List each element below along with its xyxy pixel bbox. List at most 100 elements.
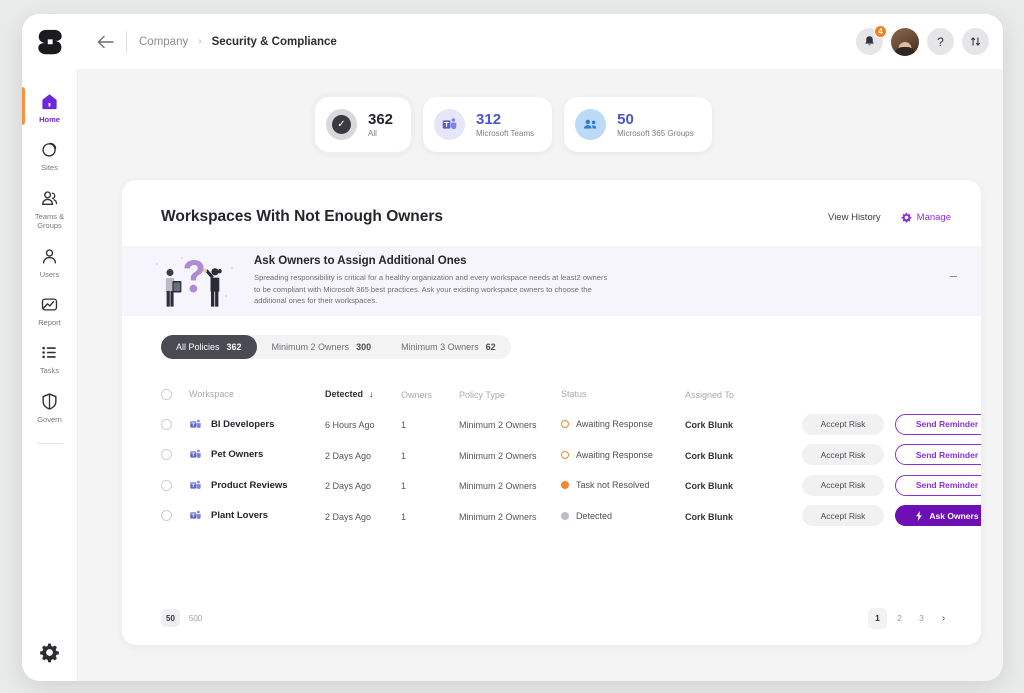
- panel-actions: View History Manage: [828, 212, 951, 223]
- workspaces-panel: Workspaces With Not Enough Owners View H…: [122, 180, 981, 645]
- row-checkbox[interactable]: [161, 449, 172, 460]
- accept-risk-button[interactable]: Accept Risk: [802, 475, 884, 496]
- banner-text: Ask Owners to Assign Additional Ones Spr…: [254, 255, 614, 307]
- next-page-button[interactable]: ›: [934, 608, 953, 629]
- sidebar-item-govern[interactable]: Govern: [22, 383, 77, 431]
- select-all-checkbox[interactable]: [161, 389, 172, 400]
- filter-label: Minimum 3 Owners: [401, 342, 479, 352]
- stat-value: 50: [617, 111, 693, 128]
- status-indicator-icon: [561, 481, 569, 489]
- sidebar-item-teams-groups[interactable]: Teams & Groups: [22, 180, 77, 238]
- page-size-option[interactable]: 500: [184, 609, 207, 627]
- accept-risk-button[interactable]: Accept Risk: [802, 444, 884, 465]
- column-header-policy-type: Policy Type: [459, 390, 505, 400]
- back-arrow-icon: [97, 35, 114, 49]
- accept-risk-button[interactable]: Accept Risk: [802, 414, 884, 435]
- brand-logo[interactable]: [22, 27, 78, 57]
- table-row[interactable]: Plant Lovers 2 Days Ago 1 Minimum 2 Owne…: [161, 501, 959, 532]
- notifications-button[interactable]: 4: [856, 28, 883, 55]
- filter-tab-all-policies[interactable]: All Policies 362: [161, 335, 257, 359]
- notification-badge: 4: [874, 25, 887, 38]
- sidebar-item-sites[interactable]: Sites: [22, 131, 77, 179]
- page-button-3[interactable]: 3: [912, 608, 931, 629]
- sort-arrows-button[interactable]: [962, 28, 989, 55]
- ask-owners-button[interactable]: Ask Owners: [895, 505, 981, 526]
- microsoft-teams-icon: [434, 109, 465, 140]
- microsoft-teams-icon: [189, 418, 202, 431]
- bell-icon: [863, 35, 876, 48]
- status-indicator-icon: [561, 420, 569, 428]
- panel-footer: 50 500 1 2 3 ›: [122, 591, 981, 645]
- accept-risk-button[interactable]: Accept Risk: [802, 505, 884, 526]
- sidebar-item-users[interactable]: Users: [22, 238, 77, 286]
- banner-collapse-button[interactable]: –: [950, 268, 957, 283]
- column-header-detected[interactable]: Detected ↓: [325, 389, 401, 399]
- policy-type-value: Minimum 2 Owners: [459, 451, 537, 461]
- sidebar-item-home[interactable]: Home: [22, 83, 77, 131]
- stat-value: 312: [476, 111, 534, 128]
- microsoft-teams-icon: [189, 479, 202, 492]
- table-row[interactable]: BI Developers 6 Hours Ago 1 Minimum 2 Ow…: [161, 409, 959, 440]
- filter-count: 62: [486, 342, 496, 352]
- sidebar-item-label: Report: [38, 318, 61, 327]
- table-header-row: Workspace Detected ↓ Owners Policy Type …: [161, 379, 959, 409]
- status-badge: Awaiting Response: [576, 450, 653, 460]
- workspaces-table: Workspace Detected ↓ Owners Policy Type …: [122, 379, 981, 531]
- status-indicator-icon: [561, 451, 569, 459]
- sidebar-item-tasks[interactable]: Tasks: [22, 334, 77, 382]
- stat-card-all[interactable]: ✓ 362 All: [315, 97, 411, 152]
- help-button[interactable]: ?: [927, 28, 954, 55]
- owners-value: 1: [401, 451, 406, 461]
- workspace-name: BI Developers: [211, 419, 274, 430]
- app-window: Company › Security & Compliance 4 ?: [22, 14, 1003, 681]
- sidebar-item-report[interactable]: Report: [22, 286, 77, 334]
- manage-button[interactable]: Manage: [901, 212, 951, 223]
- row-checkbox[interactable]: [161, 419, 172, 430]
- page-button-1[interactable]: 1: [868, 608, 887, 629]
- banner-body: Spreading responsibility is critical for…: [254, 272, 614, 307]
- info-banner: Ask Owners to Assign Additional Ones Spr…: [122, 246, 981, 316]
- column-header-detected-label: Detected: [325, 389, 363, 399]
- send-reminder-button[interactable]: Send Reminder: [895, 475, 981, 496]
- stat-card-microsoft-teams[interactable]: 312 Microsoft Teams: [423, 97, 552, 152]
- stat-label: Microsoft Teams: [476, 129, 534, 138]
- page-button-2[interactable]: 2: [890, 608, 909, 629]
- status-badge: Awaiting Response: [576, 419, 653, 429]
- banner-title: Ask Owners to Assign Additional Ones: [254, 255, 614, 267]
- avatar[interactable]: [891, 28, 919, 56]
- shield-icon: [40, 392, 59, 411]
- column-header-status: Status: [561, 389, 587, 399]
- workspace-name: Pet Owners: [211, 449, 263, 460]
- microsoft-teams-icon: [189, 509, 202, 522]
- view-history-link[interactable]: View History: [828, 212, 881, 223]
- filter-tab-minimum-3-owners[interactable]: Minimum 3 Owners 62: [386, 335, 511, 359]
- panel-header: Workspaces With Not Enough Owners View H…: [122, 180, 981, 226]
- microsoft-365-groups-icon: [575, 109, 606, 140]
- table-row[interactable]: Pet Owners 2 Days Ago 1 Minimum 2 Owners…: [161, 440, 959, 471]
- status-badge: Task not Resolved: [576, 480, 650, 490]
- detected-value: 2 Days Ago: [325, 451, 371, 461]
- detected-value: 6 Hours Ago: [325, 420, 375, 430]
- send-reminder-button[interactable]: Send Reminder: [895, 414, 981, 435]
- breadcrumb-parent[interactable]: Company: [139, 36, 188, 48]
- gear-icon: [901, 212, 912, 223]
- send-reminder-button[interactable]: Send Reminder: [895, 444, 981, 465]
- sidebar-item-label: Sites: [41, 163, 58, 172]
- page-size-option[interactable]: 50: [161, 609, 180, 627]
- stat-card-microsoft-365-groups[interactable]: 50 Microsoft 365 Groups: [564, 97, 711, 152]
- stat-label: Microsoft 365 Groups: [617, 129, 693, 138]
- header-actions: 4 ?: [856, 28, 989, 56]
- filter-label: All Policies: [176, 342, 220, 352]
- back-button[interactable]: [88, 25, 122, 59]
- column-header-assigned-to: Assigned To: [685, 390, 734, 400]
- content-area: ✓ 362 All 312 Mic: [78, 69, 1003, 681]
- owners-value: 1: [401, 481, 406, 491]
- stat-cards: ✓ 362 All 312 Mic: [78, 69, 1003, 152]
- filter-tab-minimum-2-owners[interactable]: Minimum 2 Owners 300: [257, 335, 387, 359]
- row-checkbox[interactable]: [161, 480, 172, 491]
- sidebar-divider: [37, 443, 63, 444]
- sidebar-settings-button[interactable]: [22, 642, 77, 663]
- gear-icon: [39, 642, 60, 663]
- row-checkbox[interactable]: [161, 510, 172, 521]
- table-row[interactable]: Product Reviews 2 Days Ago 1 Minimum 2 O…: [161, 470, 959, 501]
